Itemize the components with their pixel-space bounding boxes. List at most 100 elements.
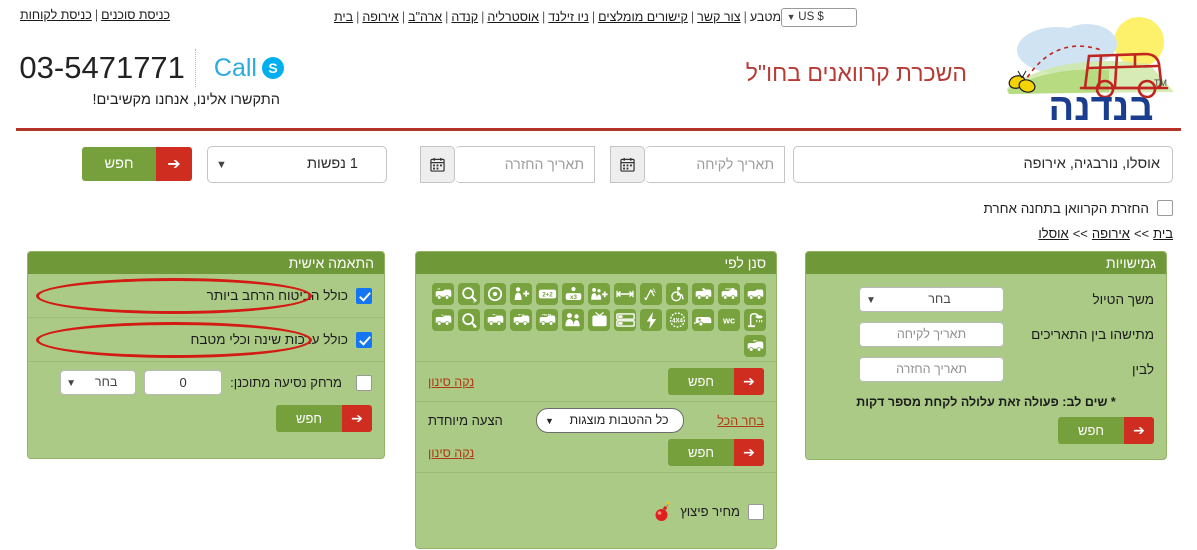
family-plus-icon[interactable] bbox=[588, 283, 610, 305]
flex-from-input[interactable]: תאריך לקיחה bbox=[859, 322, 1004, 347]
person-plus-icon[interactable] bbox=[510, 283, 532, 305]
personal-search-button[interactable]: חפש ➔ bbox=[276, 405, 372, 432]
breadcrumb-item-europe[interactable]: אירופה bbox=[1092, 226, 1130, 241]
distance-value-input[interactable]: 0 bbox=[144, 370, 223, 395]
option-row-insurance[interactable]: כולל הביטוח הרחב ביותר bbox=[28, 274, 384, 318]
option-row-kits[interactable]: כולל ערכות שינה וכלי מטבח bbox=[28, 318, 384, 362]
distance-unit-select[interactable]: ▼ בחר bbox=[60, 370, 137, 395]
agents-login-link[interactable]: כניסת סוכנים bbox=[101, 8, 170, 22]
pickup-date-input[interactable]: תאריך לקיחה bbox=[645, 146, 785, 183]
filter-search-button[interactable]: חפש ➔ bbox=[668, 368, 764, 395]
boom-price-row[interactable]: מחיר פיצוץ bbox=[416, 472, 776, 548]
van-m-icon[interactable]: M bbox=[744, 335, 766, 357]
phone-tagline: התקשרו אלינו, אנחנו מקשיבים! bbox=[92, 92, 280, 108]
svg-text:L: L bbox=[441, 314, 444, 316]
filter-action-line: חפש ➔ נקה סינון bbox=[428, 368, 764, 395]
search-button[interactable]: חפש ➔ bbox=[82, 147, 192, 181]
svg-text:4X4: 4X4 bbox=[672, 319, 683, 325]
distance-row: מרחק נסיעה מתוכנן: 0 ▼ בחר bbox=[28, 362, 384, 399]
clear-filter-link[interactable]: נקה סינון bbox=[428, 375, 474, 389]
van-l-icon[interactable]: L bbox=[432, 309, 454, 331]
distance-unit-value: בחר bbox=[94, 375, 118, 389]
four-wheel-drive-icon[interactable]: 4X4 bbox=[666, 309, 688, 331]
nav-sep-3: | bbox=[481, 9, 485, 24]
special-offer-label: הצעה מיוחדת bbox=[428, 413, 503, 428]
clear-filter-link-2[interactable]: נקה סינון bbox=[428, 446, 474, 460]
choose-all-link[interactable]: בחר הכל bbox=[717, 414, 764, 428]
length-measure-icon[interactable] bbox=[614, 283, 636, 305]
shower-icon[interactable] bbox=[744, 309, 766, 331]
insurance-checkbox[interactable] bbox=[356, 287, 372, 304]
bunk-bed-icon[interactable] bbox=[614, 309, 636, 331]
automatic-transmission-icon[interactable]: A bbox=[640, 283, 662, 305]
offer-search-button[interactable]: חפש ➔ bbox=[668, 439, 764, 466]
currency-select[interactable]: ▼ US $ bbox=[781, 8, 858, 27]
van-length-icon[interactable] bbox=[718, 283, 740, 305]
panel-filter-body: Ax3 2+2 y Swc 4X4 NEW 0-3 +4 c L M חפש ➔ נקה סינון… bbox=[416, 274, 776, 548]
nav-item-recommended-links[interactable]: קישורים מומלצים bbox=[598, 10, 688, 24]
van-s-icon[interactable]: S bbox=[432, 283, 454, 305]
panel-flex-body: משך הטיול ▼ בחר מתישהו בין התאריכים תארי… bbox=[806, 274, 1166, 444]
calendar-icon[interactable] bbox=[610, 146, 645, 183]
nav-item-australia[interactable]: אוסטרליה bbox=[487, 10, 539, 24]
contact-block: S Call 03-5471771 התקשרו אלינו, אנחנו מק… bbox=[18, 48, 284, 108]
nav-sep-5: | bbox=[591, 9, 596, 24]
calendar-glyph bbox=[620, 157, 635, 172]
berths-2plus2-icon[interactable]: 2+2 bbox=[536, 283, 558, 305]
kits-checkbox[interactable] bbox=[356, 331, 372, 348]
nav-item-new-zealand[interactable]: ניו זילנד bbox=[548, 10, 589, 24]
distance-checkbox[interactable] bbox=[356, 374, 372, 391]
offer-select[interactable]: ▼ כל ההטבות מוצגות bbox=[536, 408, 685, 433]
location-input[interactable]: אוסלו, נורבגיה, אירופה bbox=[793, 146, 1173, 183]
return-different-station-checkbox[interactable] bbox=[1157, 200, 1173, 216]
filter-actions-row: חפש ➔ נקה סינון bbox=[416, 361, 776, 401]
query-c-icon[interactable]: c bbox=[458, 309, 480, 331]
return-different-station-row[interactable]: החזרת הקרוואן בתחנה אחרת bbox=[983, 200, 1173, 216]
personal-search-label: חפש bbox=[276, 405, 342, 432]
arrow-left-icon: ➔ bbox=[342, 405, 372, 432]
flex-to-input[interactable]: תאריך החזרה bbox=[859, 357, 1004, 382]
new-van-icon[interactable]: NEW bbox=[536, 309, 558, 331]
flex-search-button[interactable]: חפש ➔ bbox=[1058, 417, 1154, 444]
nav-item-europe[interactable]: אירופה bbox=[362, 10, 399, 24]
arrow-left-icon: ➔ bbox=[1124, 417, 1154, 444]
van-height-icon[interactable] bbox=[692, 283, 714, 305]
account-links: כניסת סוכנים|כניסת לקוחות bbox=[20, 8, 170, 22]
van-0-3-icon[interactable]: 0-3 bbox=[510, 309, 532, 331]
breadcrumb-item-home[interactable]: בית bbox=[1153, 226, 1173, 241]
query-y-icon[interactable]: y bbox=[458, 283, 480, 305]
passengers-select[interactable]: ▼ 1 נפשות bbox=[207, 146, 387, 183]
nav-item-home[interactable]: בית bbox=[334, 10, 353, 24]
dropoff-date-input[interactable]: תאריך החזרה bbox=[455, 146, 595, 183]
arrow-left-icon: ➔ bbox=[734, 368, 764, 395]
skype-call-label[interactable]: Call bbox=[214, 54, 257, 83]
boom-price-checkbox[interactable] bbox=[748, 503, 764, 520]
nav-item-usa[interactable]: ארה"ב bbox=[408, 10, 442, 24]
skype-icon[interactable]: S bbox=[262, 57, 284, 79]
boom-price-label: מחיר פיצוץ bbox=[680, 504, 740, 519]
group-people-icon[interactable] bbox=[562, 309, 584, 331]
flex-duration-select[interactable]: ▼ בחר bbox=[859, 287, 1004, 312]
electricity-icon[interactable] bbox=[640, 309, 662, 331]
currency-value: US $ bbox=[798, 11, 824, 23]
pickup-date-group: תאריך לקיחה bbox=[610, 146, 785, 183]
nav-item-contact[interactable]: צור קשר bbox=[697, 10, 740, 24]
main-nav: ▼ US $ מטבע|צור קשר|קישורים מומלצים|ניו … bbox=[289, 8, 909, 27]
panel-flex-title: גמישויות bbox=[806, 252, 1166, 274]
customers-login-link[interactable]: כניסת לקוחות bbox=[20, 8, 92, 22]
insurance-label: כולל הביטוח הרחב ביותר bbox=[206, 288, 348, 303]
breadcrumb-item-oslo[interactable]: אוסלו bbox=[1038, 226, 1068, 241]
sleeps-3-icon[interactable]: x3 bbox=[562, 283, 584, 305]
logo-wordmark: בנדנה bbox=[1049, 87, 1154, 128]
site-logo[interactable]: בנדנה TM bbox=[989, 16, 1189, 129]
steering-wheel-icon[interactable] bbox=[484, 283, 506, 305]
calendar-icon[interactable] bbox=[420, 146, 455, 183]
van-icon[interactable] bbox=[744, 283, 766, 305]
phone-row: S Call 03-5471771 bbox=[18, 48, 284, 88]
tv-icon[interactable] bbox=[588, 309, 610, 331]
caravan-trailer-icon[interactable] bbox=[692, 309, 714, 331]
wc-icon[interactable]: wc bbox=[718, 309, 740, 331]
wheelchair-icon[interactable] bbox=[666, 283, 688, 305]
van-plus-4-icon[interactable]: +4 bbox=[484, 309, 506, 331]
nav-item-canada[interactable]: קנדה bbox=[451, 10, 478, 24]
